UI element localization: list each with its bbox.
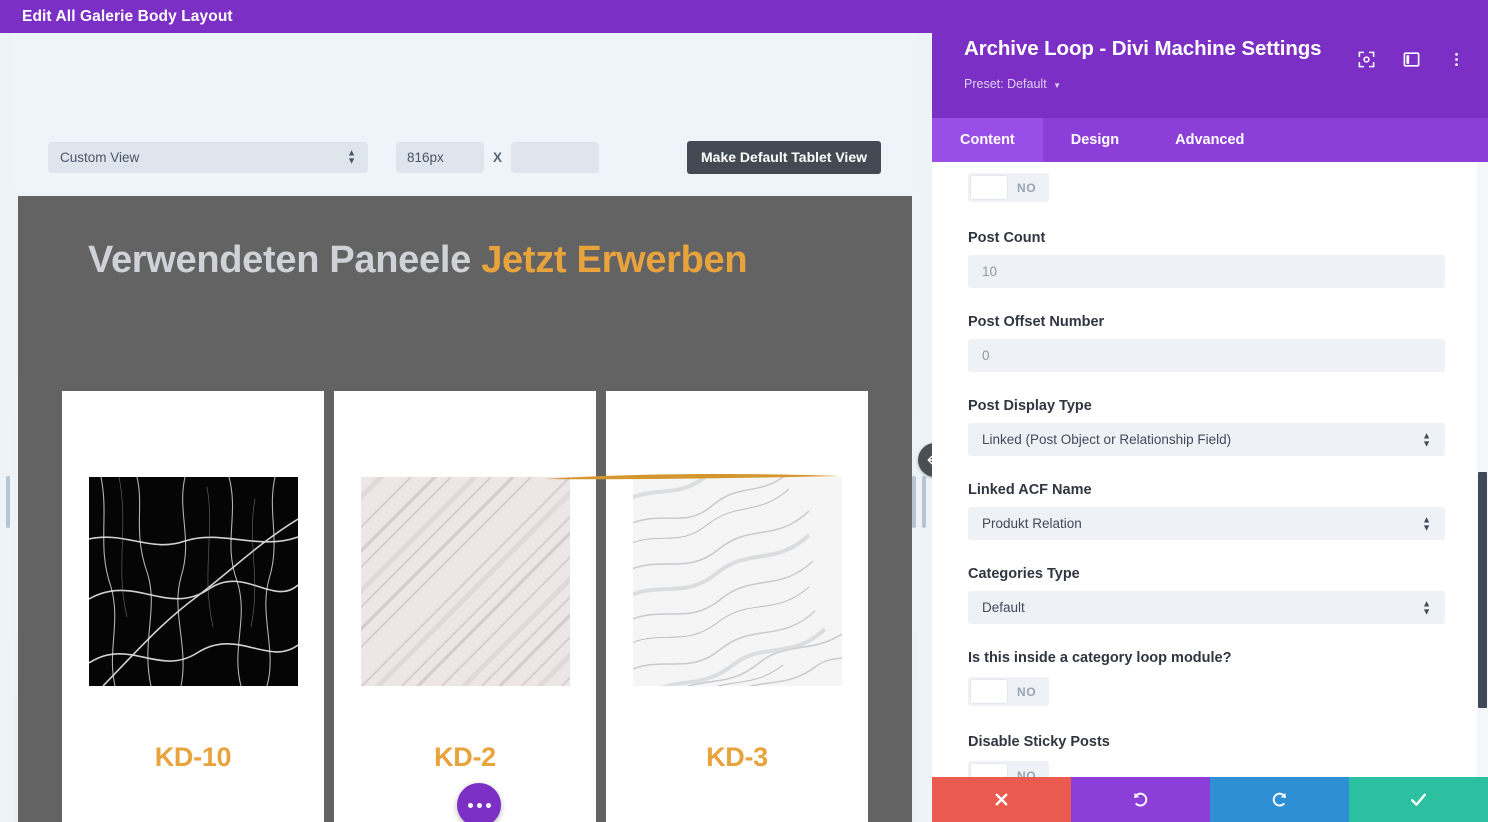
canvas-resize-handle[interactable] — [918, 443, 932, 477]
post-count-input[interactable] — [968, 255, 1445, 288]
disable-sticky-posts-toggle[interactable]: NO — [968, 761, 1050, 778]
tab-design[interactable]: Design — [1043, 118, 1147, 162]
vertical-dots-icon — [1455, 53, 1458, 66]
post-display-type-select[interactable]: Linked (Post Object or Relationship Fiel… — [968, 423, 1445, 456]
product-card-grid: KD-10 KD-2 KD-3 — [62, 391, 868, 822]
disable-sticky-posts-label: Disable Sticky Posts — [968, 734, 1110, 750]
category-loop-module-toggle[interactable]: NO — [968, 677, 1050, 706]
category-loop-module-label: Is this inside a category loop module? — [968, 650, 1232, 666]
undo-arrow-icon — [1134, 792, 1148, 807]
make-default-tablet-view-button[interactable]: Make Default Tablet View — [687, 140, 881, 174]
linked-acf-name-value: Produkt Relation — [982, 516, 1082, 531]
chevron-updown-icon: ▲ ▼ — [347, 147, 356, 166]
module-actions-button[interactable] — [457, 783, 501, 822]
settings-header-icon-group — [1357, 50, 1466, 69]
post-offset-number-label: Post Offset Number — [968, 314, 1105, 330]
toggle-knob — [971, 176, 1007, 199]
horizontal-resize-icon — [927, 455, 932, 465]
canvas-right-resize-grip-a[interactable] — [912, 476, 916, 528]
product-image-white-marble — [632, 477, 842, 686]
product-card[interactable]: KD-2 — [334, 391, 596, 822]
product-title: KD-10 — [154, 742, 232, 772]
categories-type-select[interactable]: Default ▲ ▼ — [968, 591, 1445, 624]
chevron-updown-icon: ▲ ▼ — [1422, 430, 1431, 448]
settings-tabs: Content Design Advanced — [932, 118, 1488, 162]
view-mode-value: Custom View — [60, 149, 140, 165]
viewport-width-input[interactable] — [396, 141, 484, 173]
canvas-right-resize-grip-b[interactable] — [922, 476, 926, 528]
save-button[interactable] — [1349, 777, 1488, 822]
toggle-value: NO — [1017, 684, 1037, 699]
page-preview-body: Verwendeten Paneele Jetzt Erwerben KD-10… — [18, 196, 912, 822]
top-toggle[interactable]: NO — [968, 173, 1050, 202]
toggle-value: NO — [1017, 768, 1037, 778]
redo-arrow-icon — [1272, 792, 1286, 807]
layout-columns-icon — [1403, 52, 1420, 67]
product-image-beige-marble — [360, 477, 570, 686]
panel-layout-button[interactable] — [1402, 50, 1421, 69]
panel-scrollbar-thumb[interactable] — [1478, 472, 1487, 708]
settings-fields-list: NO Post Count Post Offset Number Post Di… — [932, 162, 1488, 777]
panel-more-menu-button[interactable] — [1447, 50, 1466, 69]
ellipsis-icon — [467, 802, 473, 808]
post-display-type-label: Post Display Type — [968, 398, 1092, 414]
settings-panel: Archive Loop - Divi Machine Settings Pre… — [932, 0, 1488, 822]
dimension-separator: X — [493, 149, 503, 165]
chevron-updown-icon: ▲ ▼ — [1422, 514, 1431, 532]
chevron-down-icon: ▼ — [1053, 81, 1062, 90]
tab-advanced[interactable]: Advanced — [1147, 118, 1272, 162]
hero-heading-part2: Jetzt Erwerben — [481, 239, 748, 281]
heading-underline-swoosh — [544, 474, 840, 480]
settings-panel-header: Archive Loop - Divi Machine Settings Pre… — [932, 0, 1488, 118]
post-count-label: Post Count — [968, 230, 1046, 246]
toggle-knob — [971, 680, 1007, 703]
focus-target-button[interactable] — [1357, 50, 1376, 69]
ellipsis-icon — [485, 802, 491, 808]
linked-acf-name-select[interactable]: Produkt Relation ▲ ▼ — [968, 507, 1445, 540]
tab-content[interactable]: Content — [932, 118, 1043, 162]
product-image-black-marble — [88, 477, 298, 686]
settings-title: Archive Loop - Divi Machine Settings — [964, 37, 1322, 60]
hero-heading-part1: Verwendeten Paneele — [88, 239, 482, 281]
view-mode-select[interactable]: Custom View ▲ ▼ — [48, 141, 368, 173]
linked-acf-name-label: Linked ACF Name — [968, 482, 1092, 498]
settings-action-bar — [932, 777, 1488, 822]
post-offset-number-input[interactable] — [968, 339, 1445, 372]
preset-selector[interactable]: Preset: Default ▼ — [964, 77, 1061, 91]
cancel-button[interactable] — [932, 777, 1071, 822]
chevron-updown-icon: ▲ ▼ — [1422, 598, 1431, 616]
checkmark-icon — [1410, 793, 1427, 806]
panel-scrollbar-track[interactable] — [1477, 162, 1488, 777]
viewport-height-input[interactable] — [511, 141, 600, 173]
categories-type-value: Default — [982, 600, 1025, 615]
x-icon — [995, 793, 1008, 806]
hero-heading: Verwendeten Paneele Jetzt Erwerben — [88, 241, 912, 279]
redo-button[interactable] — [1210, 777, 1349, 822]
post-display-type-value: Linked (Post Object or Relationship Fiel… — [982, 432, 1232, 447]
product-card[interactable]: KD-10 — [62, 391, 324, 822]
categories-type-label: Categories Type — [968, 566, 1080, 582]
toggle-knob — [971, 764, 1007, 777]
product-title: KD-3 — [706, 742, 768, 772]
product-title: KD-2 — [434, 742, 496, 772]
toggle-value: NO — [1017, 180, 1037, 195]
undo-button[interactable] — [1071, 777, 1210, 822]
ellipsis-icon — [476, 802, 482, 808]
preset-label: Preset: Default — [964, 77, 1047, 91]
canvas-left-resize-grip[interactable] — [6, 476, 10, 528]
product-card[interactable]: KD-3 — [606, 391, 868, 822]
responsive-view-toolbar: Custom View ▲▼ X Make Default Tablet Vie… — [0, 129, 904, 185]
focus-target-icon — [1358, 51, 1375, 68]
page-title: Edit All Galerie Body Layout — [22, 7, 233, 25]
builder-canvas: Custom View ▲▼ X Make Default Tablet Vie… — [0, 33, 932, 822]
